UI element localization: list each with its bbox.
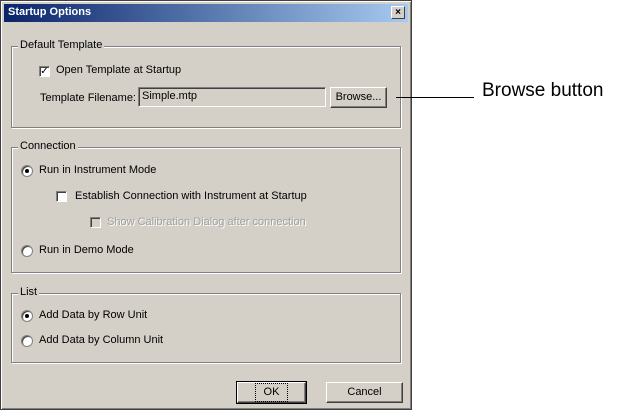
open-template-label: Open Template at Startup [56,64,182,76]
establish-connection-label: Establish Connection with Instrument at … [75,190,307,202]
establish-connection-checkbox[interactable] [56,191,67,202]
browse-button[interactable]: Browse... [330,87,387,108]
template-filename-field[interactable]: Simple.mtp [138,87,326,107]
instrument-mode-radio[interactable] [21,165,33,177]
demo-mode-radio[interactable] [21,245,33,257]
template-filename-value: Simple.mtp [142,90,198,102]
list-group: List Add Data by Row Unit Add Data by Co… [11,286,401,363]
add-by-column-label: Add Data by Column Unit [39,334,164,346]
template-filename-label: Template Filename: [40,92,136,104]
ok-button[interactable]: OK [236,381,307,404]
add-by-row-label: Add Data by Row Unit [39,309,148,321]
close-icon: × [395,7,401,18]
radio-selected-dot [25,314,29,318]
demo-mode-label: Run in Demo Mode [39,244,134,256]
cancel-button[interactable]: Cancel [326,382,403,403]
connection-legend: Connection [18,140,78,152]
title-bar: Startup Options × [4,4,408,22]
default-template-group: Default Template ✓ Open Template at Star… [11,39,401,128]
close-button[interactable]: × [391,6,405,19]
connection-group: Connection Run in Instrument Mode Establ… [11,140,401,273]
add-by-column-radio[interactable] [21,335,33,347]
show-calibration-checkbox [90,217,101,228]
list-legend: List [18,286,40,298]
add-by-row-radio[interactable] [21,310,33,322]
ok-button-label: OK [254,383,289,402]
radio-selected-dot [25,169,29,173]
browse-button-label: Browse... [335,91,382,103]
checkmark-icon: ✓ [40,66,49,77]
default-template-legend: Default Template [18,39,105,51]
callout-line [396,97,474,98]
open-template-checkbox[interactable]: ✓ [39,66,50,77]
instrument-mode-label: Run in Instrument Mode [39,164,157,176]
callout-label: Browse button [482,80,604,101]
startup-options-dialog: Startup Options × Default Template ✓ Ope… [0,0,412,410]
dialog-title: Startup Options [8,6,92,18]
cancel-button-label: Cancel [347,386,382,398]
show-calibration-label: Show Calibration Dialog after connection [107,216,306,228]
